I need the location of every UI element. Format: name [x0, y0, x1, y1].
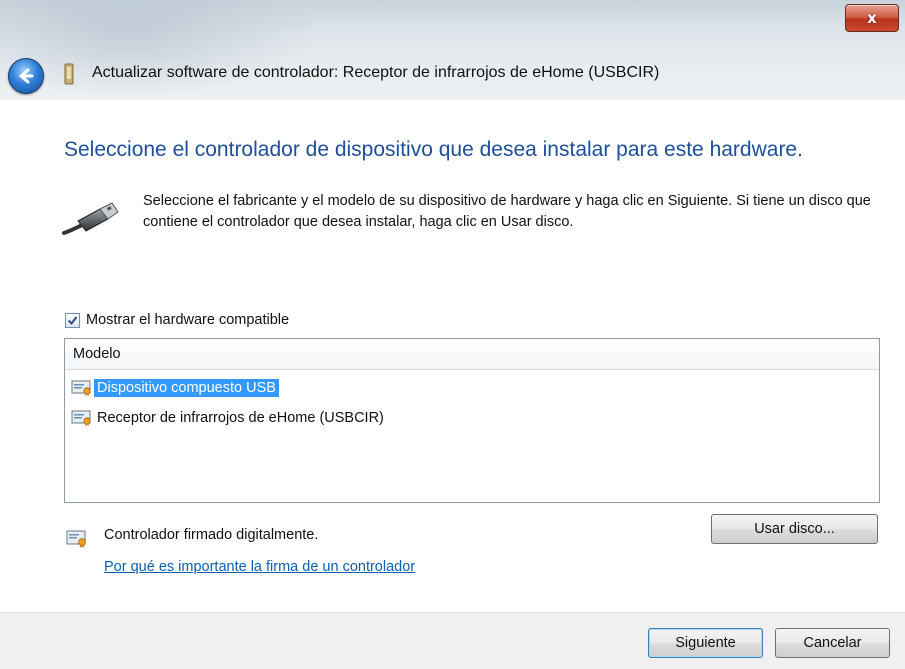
compatible-hardware-row[interactable]: Mostrar el hardware compatible: [65, 312, 289, 328]
device-icon: [64, 63, 74, 85]
list-item-label: Receptor de infrarrojos de eHome (USBCIR…: [97, 409, 384, 426]
back-arrow-icon: [19, 68, 34, 84]
list-item[interactable]: Receptor de infrarrojos de eHome (USBCIR…: [71, 407, 387, 428]
compatible-hardware-label: Mostrar el hardware compatible: [86, 312, 290, 328]
certificate-icon: [71, 410, 91, 426]
close-button[interactable]: x: [845, 4, 899, 32]
page-heading: Seleccione el controlador de dispositivo…: [64, 138, 803, 161]
list-item[interactable]: Dispositivo compuesto USB: [71, 377, 279, 398]
title-bar: x Actualizar software de controlador: Re…: [0, 0, 905, 100]
model-column-label: Modelo: [73, 346, 121, 362]
have-disk-button[interactable]: Usar disco...: [711, 514, 878, 544]
signature-info-link[interactable]: Por qué es importante la firma de un con…: [104, 559, 415, 575]
next-button[interactable]: Siguiente: [648, 628, 763, 658]
back-button[interactable]: [8, 58, 44, 94]
checkmark-icon: [67, 315, 78, 325]
usb-plug-icon: [62, 202, 119, 235]
certificate-icon: [66, 530, 86, 548]
model-column-header[interactable]: Modelo: [65, 339, 879, 370]
cancel-button[interactable]: Cancelar: [775, 628, 890, 658]
instructions-text: Seleccione el fabricante y el modelo de …: [143, 193, 871, 230]
close-icon: x: [867, 9, 877, 27]
model-list[interactable]: Modelo Dispositivo compuesto USB Recepto…: [64, 338, 880, 503]
window-title: Actualizar software de controlador: Rece…: [92, 64, 660, 81]
title-bar-glass: [0, 0, 320, 100]
list-item-label: Dispositivo compuesto USB: [94, 378, 279, 397]
compatible-hardware-checkbox[interactable]: [65, 312, 80, 328]
footer-bar: [0, 612, 905, 669]
signed-driver-text: Controlador firmado digitalmente.: [104, 527, 319, 543]
certificate-icon: [71, 380, 91, 396]
